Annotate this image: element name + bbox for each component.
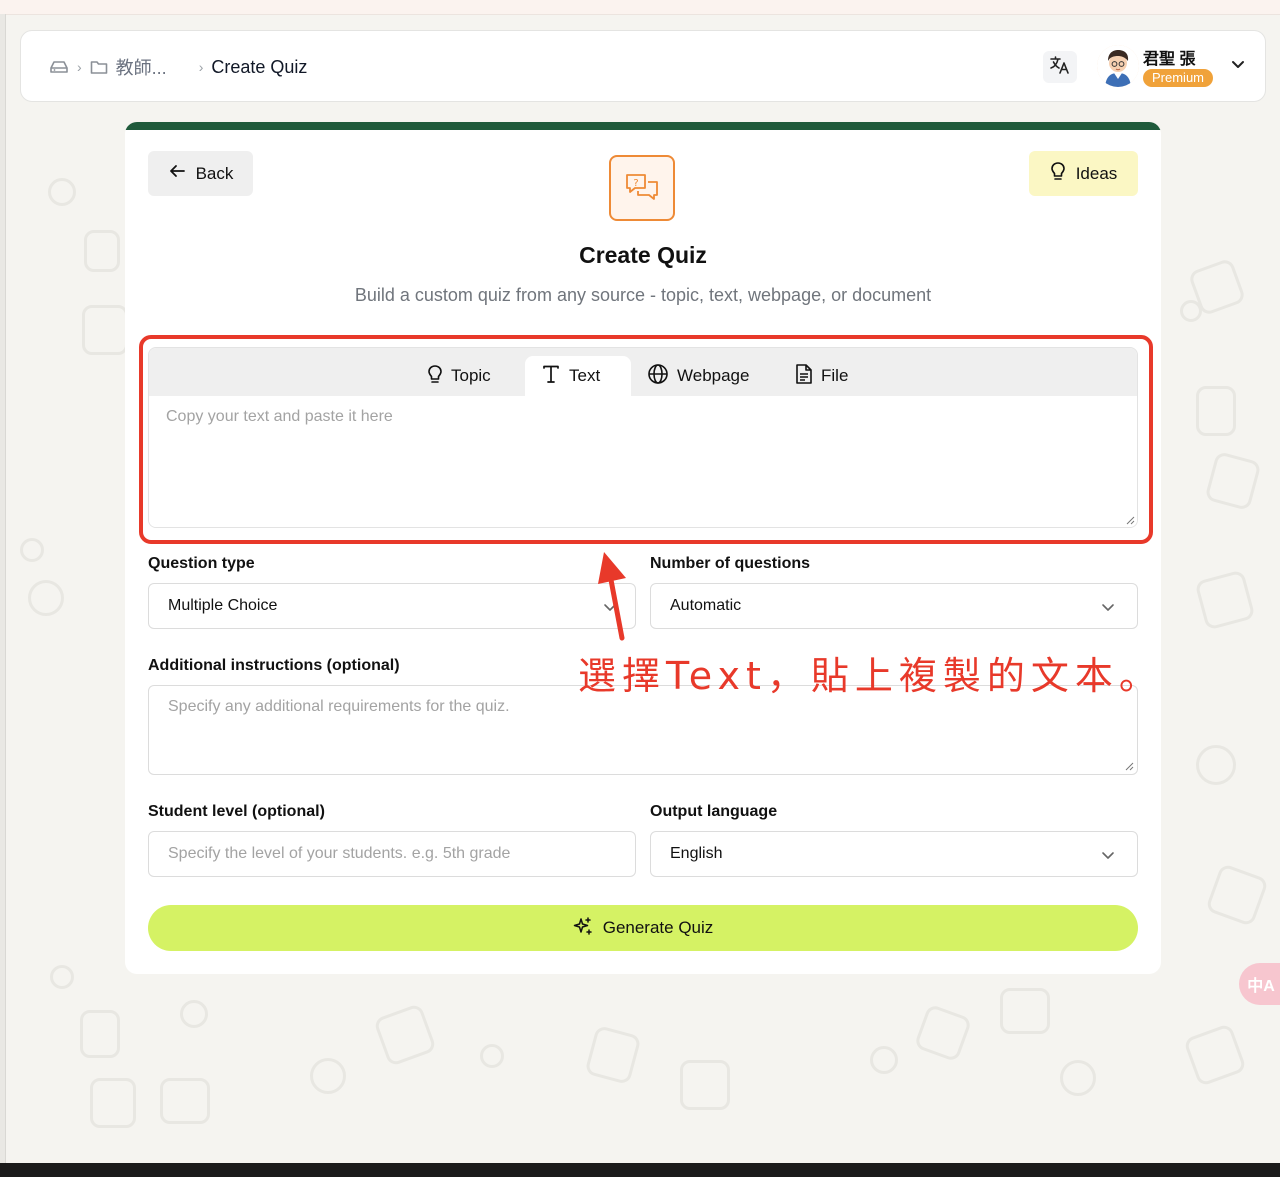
- window-left-edge: [0, 14, 6, 1163]
- bg-doodle: [80, 1010, 120, 1058]
- back-button[interactable]: Back: [148, 151, 253, 196]
- bg-doodle: [82, 305, 128, 355]
- question-type-label: Question type: [148, 555, 255, 572]
- translate-button[interactable]: [1043, 51, 1077, 83]
- floating-translate-button[interactable]: 中A: [1239, 963, 1280, 1005]
- num-questions-value: Automatic: [670, 597, 742, 614]
- resize-handle[interactable]: [1125, 762, 1134, 771]
- breadcrumb: › 教師... › Create Quiz: [49, 31, 307, 103]
- browser-top-strip: [0, 0, 1280, 15]
- user-name: 君聖 張: [1143, 51, 1196, 68]
- question-type-value: Multiple Choice: [168, 597, 278, 614]
- annotation-arrow: [598, 552, 626, 641]
- bg-doodle: [1196, 745, 1236, 785]
- annotation-text: 選擇Text，貼上複製的文本。: [578, 654, 1163, 698]
- bg-doodle: [372, 1002, 438, 1068]
- bg-doodle: [870, 1046, 898, 1074]
- bg-doodle: [180, 1000, 208, 1028]
- chat-question-icon: ?: [609, 155, 675, 221]
- output-language-label: Output language: [650, 803, 778, 820]
- output-language-select[interactable]: English: [650, 831, 1138, 877]
- bg-doodle: [1000, 988, 1050, 1034]
- bg-doodle: [310, 1058, 346, 1094]
- chevron-down-icon[interactable]: [1231, 57, 1245, 76]
- bg-doodle: [480, 1044, 504, 1068]
- create-quiz-card: Back ? Ideas Create Quiz Build a custom …: [125, 122, 1161, 974]
- bg-doodle: [160, 1078, 210, 1124]
- card-accent-bar: [125, 122, 1161, 130]
- bg-doodle: [1180, 300, 1202, 322]
- breadcrumb-folder[interactable]: 教師...: [116, 54, 167, 80]
- bg-doodle: [1182, 1022, 1248, 1088]
- instructions-label: Additional instructions (optional): [148, 657, 400, 674]
- ideas-button[interactable]: Ideas: [1029, 151, 1138, 196]
- back-label: Back: [195, 163, 234, 183]
- top-bar: › 教師... › Create Quiz 君聖 張 Premium: [20, 30, 1266, 102]
- translate-icon: [1049, 55, 1071, 80]
- page-subtitle: Build a custom quiz from any source - to…: [354, 285, 932, 305]
- chevron-right-icon: ›: [198, 59, 204, 75]
- bg-doodle: [913, 1003, 973, 1063]
- chevron-down-icon: [1101, 600, 1115, 619]
- question-type-select[interactable]: Multiple Choice: [148, 583, 636, 629]
- chevron-right-icon: ›: [77, 59, 82, 75]
- lightbulb-icon: [1050, 161, 1066, 186]
- bg-doodle: [20, 538, 44, 562]
- student-level-input[interactable]: [148, 831, 636, 877]
- bg-doodle: [50, 965, 74, 989]
- breadcrumb-current: Create Quiz: [211, 56, 308, 77]
- sparkles-icon: [573, 916, 593, 941]
- bg-doodle: [1194, 569, 1256, 631]
- generate-quiz-button[interactable]: Generate Quiz: [148, 905, 1138, 951]
- bg-doodle: [1204, 450, 1262, 512]
- arrow-left-icon: [168, 163, 186, 184]
- bg-doodle: [1204, 862, 1270, 928]
- bg-doodle: [48, 178, 76, 206]
- student-level-label: Student level (optional): [148, 803, 325, 820]
- bg-doodle: [1196, 386, 1236, 436]
- bg-doodle: [28, 580, 64, 616]
- avatar[interactable]: [1097, 45, 1139, 87]
- page-title: Create Quiz: [579, 242, 707, 268]
- chevron-down-icon: [1101, 848, 1115, 867]
- bg-doodle: [90, 1078, 136, 1128]
- window-bottom-edge: [0, 1163, 1280, 1177]
- ideas-label: Ideas: [1075, 163, 1118, 183]
- drive-icon[interactable]: [49, 59, 69, 75]
- generate-label: Generate Quiz: [602, 918, 714, 937]
- bg-doodle: [1060, 1060, 1096, 1096]
- premium-badge: Premium: [1143, 69, 1214, 87]
- output-language-value: English: [670, 845, 723, 862]
- num-questions-select[interactable]: Automatic: [650, 583, 1138, 629]
- num-questions-label: Number of questions: [650, 555, 811, 572]
- annotation-highlight-box: [139, 335, 1153, 544]
- svg-text:?: ?: [633, 178, 638, 189]
- folder-icon[interactable]: [90, 59, 108, 75]
- bg-doodle: [84, 230, 120, 272]
- bg-doodle: [584, 1024, 642, 1086]
- bg-doodle: [680, 1060, 730, 1110]
